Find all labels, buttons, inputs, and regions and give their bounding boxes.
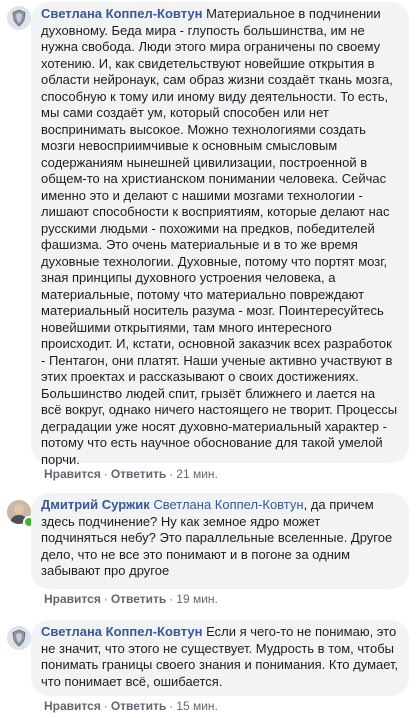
separator-dot: · [169,592,174,606]
reply-link[interactable]: Ответить [111,467,166,481]
comment-actions: Нравится · Ответить · 21 мин. [44,467,218,481]
like-link[interactable]: Нравится [44,699,101,713]
comment-text: Материальное в подчинении духовному. Бед… [41,6,398,467]
avatar-shield-icon[interactable] [7,626,31,650]
comment-mention[interactable]: Светлана Коппел-Ковтун [150,497,303,512]
like-link[interactable]: Нравится [44,592,101,606]
comment-bubble: Светлана Коппел-Ковтун Материальное в по… [31,2,409,467]
separator-dot: · [103,592,108,606]
comment-time[interactable]: 21 мин. [176,467,218,481]
separator-dot: · [169,699,174,713]
comment-time[interactable]: 19 мин. [176,592,218,606]
comment-bubble: Дмитрий Суржик Светлана Коппел-Ковтун, д… [31,493,409,589]
comment-author[interactable]: Светлана Коппел-Ковтун [41,624,203,639]
reply-link[interactable]: Ответить [111,592,166,606]
reply-link[interactable]: Ответить [111,699,166,713]
comment-author[interactable]: Светлана Коппел-Ковтун [41,6,203,21]
comment-actions: Нравится · Ответить · 15 мин. [44,699,218,713]
separator-dot: · [103,467,108,481]
comment-author[interactable]: Дмитрий Суржик [41,497,150,512]
comment-time[interactable]: 15 мин. [176,699,218,713]
avatar-shield-icon[interactable] [7,6,31,30]
like-link[interactable]: Нравится [44,467,101,481]
comment-bubble: Светлана Коппел-Ковтун Если я чего-то не… [31,620,409,696]
comment-actions: Нравится · Ответить · 19 мин. [44,592,218,606]
separator-dot: · [103,699,108,713]
separator-dot: · [169,467,174,481]
